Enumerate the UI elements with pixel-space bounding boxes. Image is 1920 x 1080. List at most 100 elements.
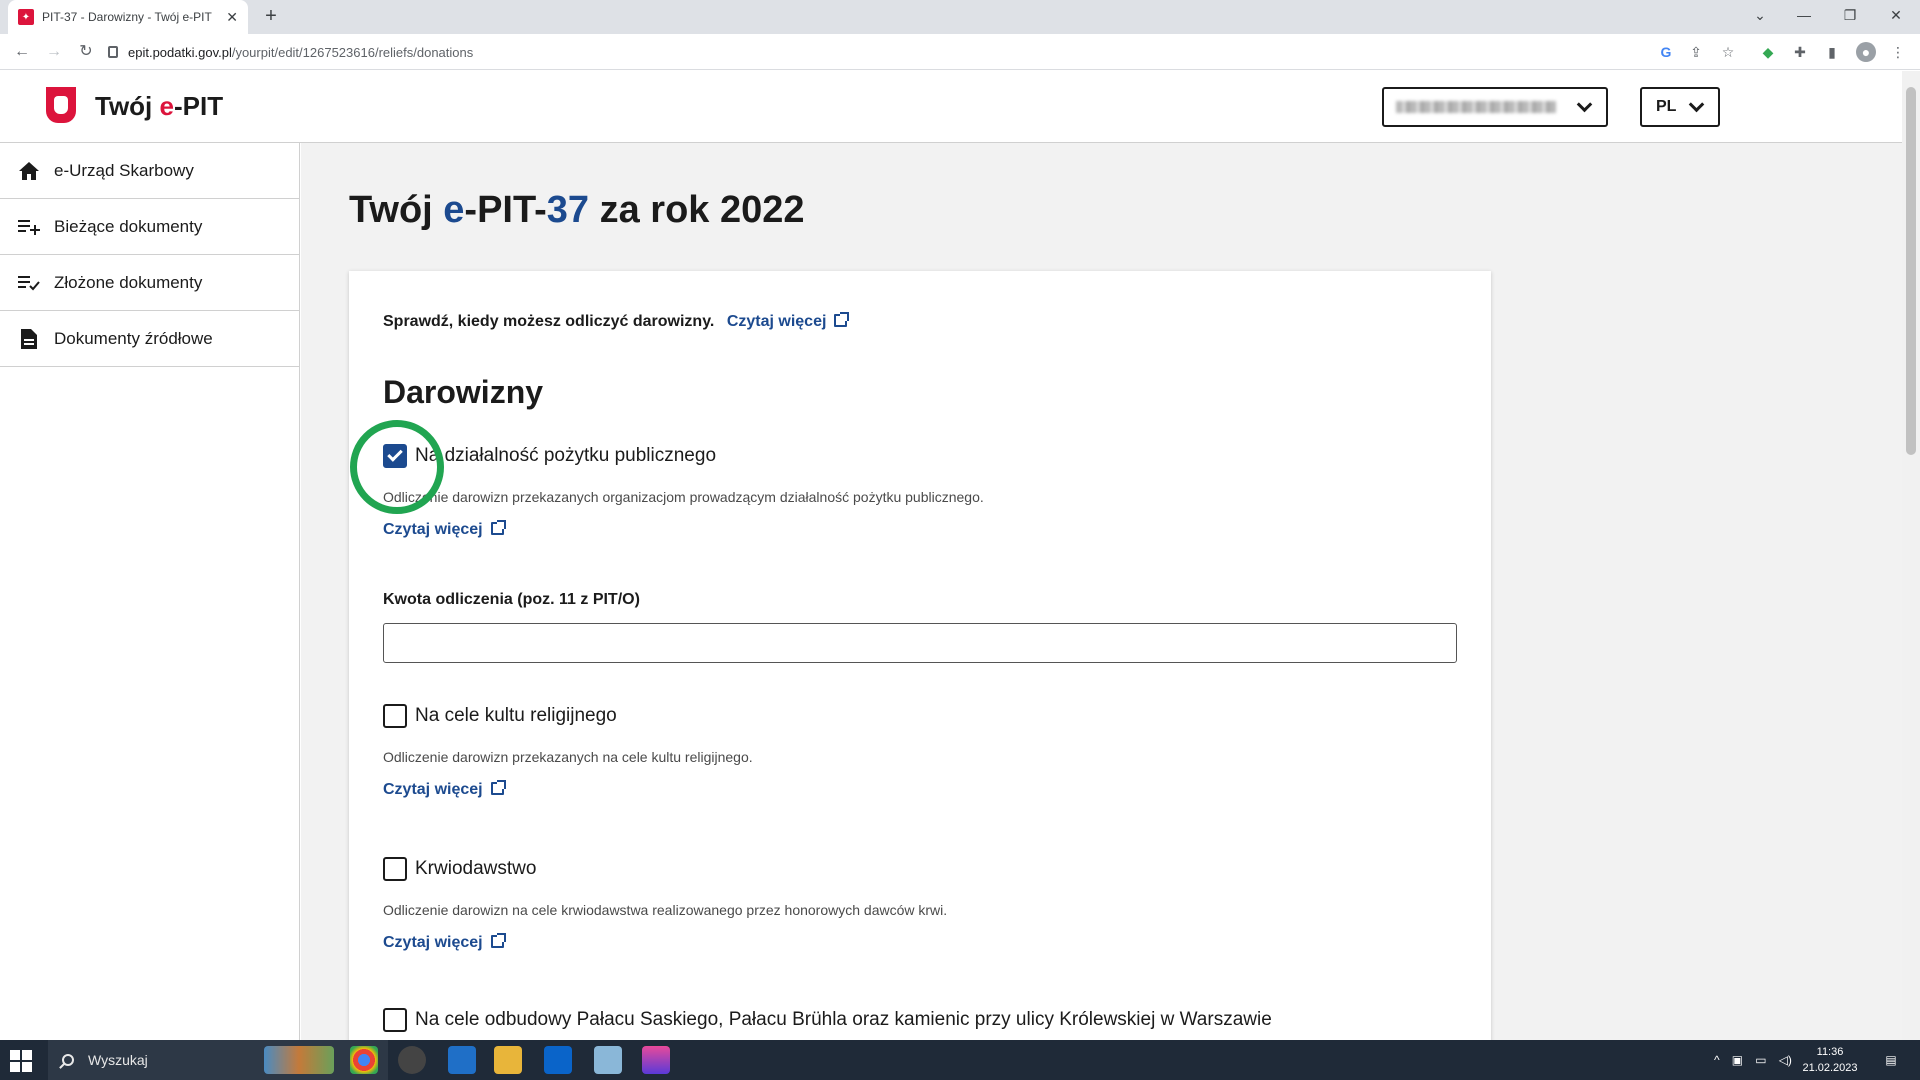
browser-tab[interactable]: ✦ PIT-37 - Darowizny - Twój e-PIT ✕ (8, 0, 248, 34)
trello-app-icon[interactable] (448, 1046, 476, 1074)
option-description: Odliczenie darowizn na cele krwiodawstwa… (383, 902, 948, 918)
user-account-dropdown[interactable] (1382, 87, 1608, 127)
profile-avatar-icon[interactable]: ● (1856, 42, 1876, 62)
external-link-icon (490, 933, 506, 948)
clock-app-icon[interactable] (398, 1046, 426, 1074)
chevron-down-icon (1576, 96, 1593, 112)
section-title: Darowizny (383, 374, 544, 410)
site-header: Twój e-PIT PL (0, 71, 1902, 143)
minimize-icon[interactable]: — (1784, 0, 1824, 30)
outlook-app-icon[interactable] (544, 1046, 572, 1074)
droplet-app-icon[interactable] (642, 1046, 670, 1074)
option-label: Na działalność pożytku publicznego (415, 445, 717, 466)
donation-option: Na cele odbudowy Pałacu Saskiego, Pałacu… (383, 1007, 1463, 1033)
system-tray[interactable]: ^ ▣ ▭ ◁) (1708, 1040, 1798, 1080)
logo-text-part: Twój (95, 91, 160, 121)
file-explorer-icon[interactable] (494, 1046, 522, 1074)
bookmark-star-icon[interactable]: ☆ (1718, 42, 1738, 62)
logo-text-part: -PIT (173, 91, 224, 121)
chrome-app-icon[interactable] (350, 1046, 378, 1074)
language-value: PL (1656, 98, 1677, 115)
extension-green-icon[interactable]: ◆ (1758, 42, 1778, 62)
document-icon (18, 328, 40, 350)
amount-input[interactable] (383, 623, 1457, 663)
language-dropdown[interactable]: PL (1640, 87, 1720, 127)
checkbox-blood-donation[interactable] (383, 857, 407, 881)
link-label: Czytaj więcej (726, 313, 827, 330)
read-more-link[interactable]: Czytaj więcej (383, 933, 506, 951)
search-highlight-image[interactable] (264, 1046, 334, 1074)
donation-option: Na działalność pożytku publicznego Odlic… (383, 443, 1463, 539)
new-tab-button[interactable]: + (258, 4, 284, 30)
donation-option: Na cele kultu religijnego Odliczenie dar… (383, 703, 1463, 799)
clock-time: 11:36 (1816, 1046, 1844, 1058)
site-favicon-icon: ✦ (18, 9, 34, 25)
address-bar[interactable]: epit.podatki.gov.pl/yourpit/edit/1267523… (108, 38, 1648, 66)
meet-icon[interactable]: ▣ (1732, 1053, 1743, 1067)
title-part: za rok 2022 (589, 189, 805, 231)
checkbox-public-benefit[interactable] (383, 444, 407, 468)
sidebar-item-biezace[interactable]: Bieżące dokumenty (0, 199, 299, 255)
title-part: Twój (349, 189, 444, 231)
forward-icon[interactable]: → (42, 40, 66, 64)
playlist-add-icon (18, 216, 40, 238)
checkbox-saxon-palace[interactable] (383, 1008, 407, 1032)
url-path: /yourpit/edit/1267523616/reliefs/donatio… (231, 44, 474, 60)
restore-icon[interactable]: ❐ (1830, 0, 1870, 30)
title-e: e (443, 189, 465, 231)
taskbar-search[interactable]: Wyszukaj (48, 1040, 388, 1080)
tab-search-icon[interactable]: ⌄ (1740, 0, 1780, 30)
notifications-icon[interactable]: ▤ (1876, 1040, 1906, 1080)
volume-icon[interactable]: ◁) (1779, 1053, 1792, 1067)
os-taskbar: Wyszukaj ^ ▣ ▭ ◁) 11:36 21.02.2023 ▤ (0, 1040, 1920, 1080)
reload-icon[interactable]: ↻ (74, 40, 98, 64)
sidebar-item-label: Dokumenty źródłowe (54, 328, 213, 348)
tray-expand-icon[interactable]: ^ (1714, 1053, 1720, 1067)
browser-tabbar: ✦ PIT-37 - Darowizny - Twój e-PIT ✕ + ⌄ … (0, 0, 1920, 34)
google-icon[interactable]: G (1656, 42, 1676, 62)
share-icon[interactable]: ⇪ (1686, 42, 1706, 62)
sidebar-item-zrodlowe[interactable]: Dokumenty źródłowe (0, 311, 299, 367)
read-more-link[interactable]: Czytaj więcej (383, 780, 506, 798)
link-label: Czytaj więcej (383, 521, 483, 538)
read-more-link[interactable]: Czytaj więcej (383, 520, 506, 538)
intro-line: Sprawdź, kiedy możesz odliczyć darowizny… (383, 312, 850, 331)
page-title: Twój e-PIT-37 za rok 2022 (349, 189, 805, 232)
network-icon[interactable]: ▭ (1755, 1053, 1766, 1067)
checkbox-religious[interactable] (383, 704, 407, 728)
clock-date: 21.02.2023 (1802, 1062, 1858, 1074)
option-label: Na cele odbudowy Pałacu Saskiego, Pałacu… (415, 1009, 1272, 1030)
sidebar-item-label: Złożone dokumenty (54, 272, 203, 292)
external-link-icon (490, 520, 506, 535)
amount-label: Kwota odliczenia (poz. 11 z PIT/O) (383, 591, 640, 608)
sidebar-item-zlozone[interactable]: Złożone dokumenty (0, 255, 299, 311)
sidebar-item-label: Bieżące dokumenty (54, 216, 203, 236)
extensions-puzzle-icon[interactable]: ✚ (1790, 42, 1810, 62)
donations-card: Sprawdź, kiedy możesz odliczyć darowizny… (349, 271, 1491, 1040)
title-part: -PIT- (464, 189, 547, 231)
intro-text: Sprawdź, kiedy możesz odliczyć darowizny… (383, 313, 715, 330)
link-label: Czytaj więcej (383, 934, 483, 951)
close-tab-icon[interactable]: ✕ (226, 9, 238, 26)
notes-app-icon[interactable] (594, 1046, 622, 1074)
taskbar-clock[interactable]: 11:36 21.02.2023 (1800, 1044, 1860, 1076)
logo-accent: e (159, 91, 174, 121)
lock-icon (108, 46, 118, 58)
taskbar-search-label: Wyszukaj (88, 1052, 148, 1068)
close-window-icon[interactable]: ✕ (1876, 0, 1916, 30)
back-icon[interactable]: ← (10, 40, 34, 64)
browser-menu-icon[interactable]: ⋮ (1888, 42, 1908, 62)
polish-eagle-logo-icon (46, 87, 76, 123)
browser-toolbar: ← → ↻ epit.podatki.gov.pl/yourpit/edit/1… (0, 34, 1920, 70)
home-icon (18, 160, 40, 182)
blurred-user-name (1396, 101, 1556, 113)
external-link-icon (490, 780, 506, 795)
scrollbar-thumb[interactable] (1906, 87, 1916, 455)
read-more-link[interactable]: Czytaj więcej (726, 312, 850, 330)
sidebar-item-e-urzad[interactable]: e-Urząd Skarbowy (0, 143, 299, 199)
windows-start-icon[interactable] (10, 1050, 32, 1072)
url-host: epit.podatki.gov.pl (128, 44, 232, 60)
side-panel-icon[interactable]: ▮ (1822, 42, 1842, 62)
site-logo[interactable]: Twój e-PIT (95, 91, 223, 122)
sidebar-item-label: e-Urząd Skarbowy (54, 160, 194, 180)
